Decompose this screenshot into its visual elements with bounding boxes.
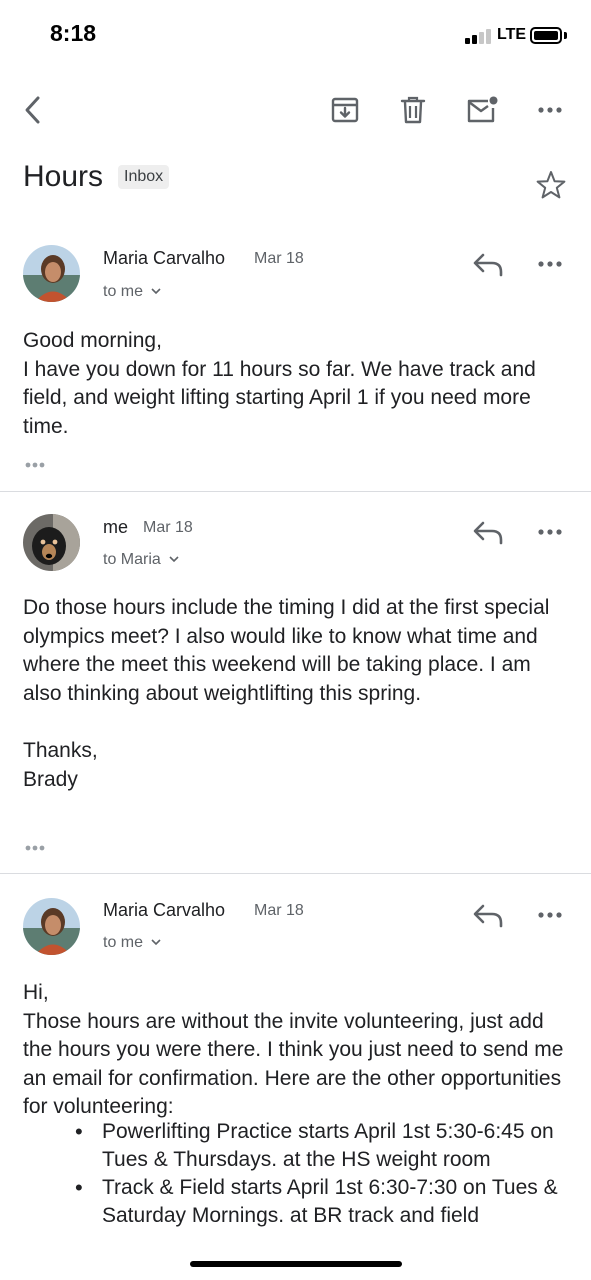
more-horizontal-icon xyxy=(538,261,562,267)
more-options-button[interactable] xyxy=(530,90,570,130)
signal-strength-icon xyxy=(465,28,493,44)
battery-icon xyxy=(530,27,562,44)
chevron-down-icon xyxy=(169,556,179,563)
recipient-label: to me xyxy=(103,934,144,951)
show-trimmed-content-icon[interactable] xyxy=(23,841,53,855)
message-more-button[interactable] xyxy=(532,517,568,547)
recipient-label: to me xyxy=(103,283,144,300)
delete-button[interactable] xyxy=(393,90,433,130)
status-bar: 8:18 LTE xyxy=(0,0,591,70)
message-body: Hi, Those hours are without the invite v… xyxy=(23,981,564,1119)
toolbar xyxy=(0,80,591,140)
avatar[interactable] xyxy=(23,245,80,302)
more-horizontal-icon xyxy=(538,529,562,535)
star-outline-icon[interactable] xyxy=(535,169,567,201)
archive-icon xyxy=(331,97,359,123)
chevron-down-icon xyxy=(151,939,162,946)
recipient-toggle[interactable]: to Maria xyxy=(103,551,180,569)
email-subject: Hours xyxy=(23,160,104,193)
list-item: Powerlifting Practice starts April 1st 5… xyxy=(75,1118,571,1174)
message-body: Good morning, I have you down for 11 hou… xyxy=(23,329,536,438)
message-body: Do those hours include the timing I did … xyxy=(23,596,550,791)
sender-name: me xyxy=(103,517,129,537)
status-time: 8:18 xyxy=(50,20,97,46)
recipient-toggle[interactable]: to me xyxy=(103,283,162,301)
more-horizontal-icon xyxy=(538,107,562,113)
message-more-button[interactable] xyxy=(532,900,568,930)
back-button[interactable] xyxy=(13,90,53,130)
reply-icon[interactable] xyxy=(470,900,506,930)
message-date: Mar 18 xyxy=(143,519,193,536)
email-message: me Mar 18 to Maria Do those hours includ… xyxy=(0,492,591,872)
network-type: LTE xyxy=(497,26,527,43)
show-trimmed-content-icon[interactable] xyxy=(23,458,53,472)
battery-tip xyxy=(564,32,567,39)
email-message: Maria Carvalho Mar 18 to me Hi, Those ho… xyxy=(0,874,591,1280)
subject-row: Hours Inbox xyxy=(0,155,591,215)
recipient-label: to Maria xyxy=(103,551,161,568)
list-item: Track & Field starts April 1st 6:30-7:30… xyxy=(75,1174,571,1230)
avatar[interactable] xyxy=(23,514,80,571)
chevron-down-icon xyxy=(151,288,162,295)
sender-name: Maria Carvalho xyxy=(103,900,226,920)
reply-icon[interactable] xyxy=(470,517,506,547)
mark-unread-button[interactable] xyxy=(462,90,502,130)
reply-icon[interactable] xyxy=(470,249,506,279)
trash-icon xyxy=(400,96,426,124)
message-date: Mar 18 xyxy=(254,250,304,267)
inbox-label-chip[interactable]: Inbox xyxy=(118,165,170,189)
more-horizontal-icon xyxy=(538,912,562,918)
email-message: Maria Carvalho Mar 18 to me Good morning… xyxy=(0,235,591,491)
bullet-list: Powerlifting Practice starts April 1st 5… xyxy=(75,1118,571,1230)
chevron-left-icon xyxy=(25,96,40,124)
avatar[interactable] xyxy=(23,898,80,955)
recipient-toggle[interactable]: to me xyxy=(103,934,162,952)
message-date: Mar 18 xyxy=(254,902,304,919)
message-more-button[interactable] xyxy=(532,249,568,279)
mail-unread-icon xyxy=(467,96,498,123)
archive-button[interactable] xyxy=(325,90,365,130)
sender-name: Maria Carvalho xyxy=(103,248,226,268)
home-indicator[interactable] xyxy=(190,1261,402,1267)
